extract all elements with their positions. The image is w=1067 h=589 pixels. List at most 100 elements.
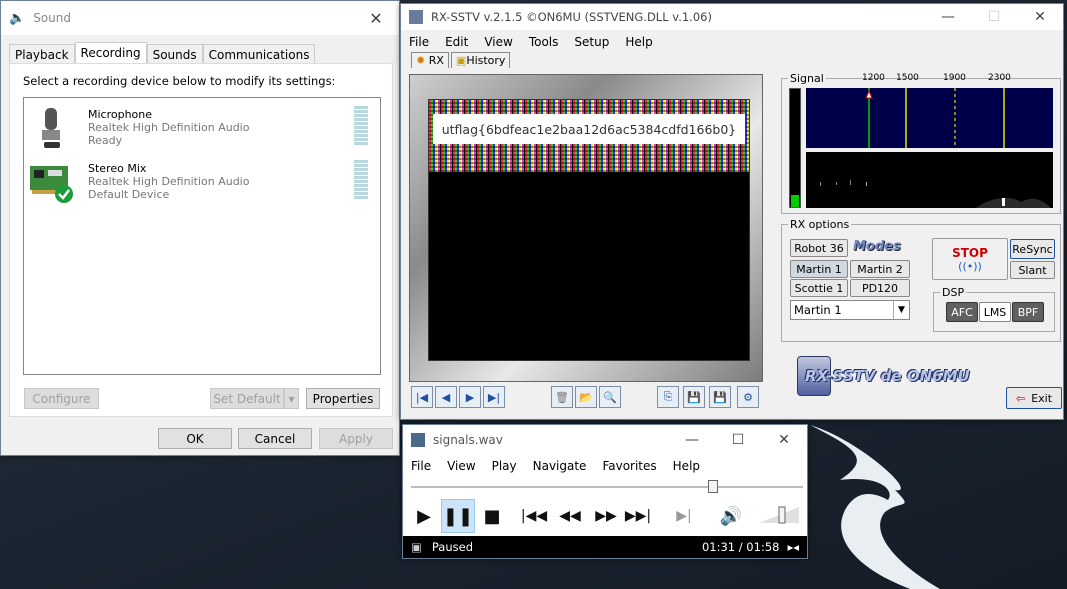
menu-view[interactable]: View: [439, 459, 483, 473]
bpf-toggle[interactable]: BPF: [1012, 302, 1044, 322]
mode-select-value: Martin 1: [794, 303, 842, 317]
tab-playback[interactable]: Playback: [9, 44, 75, 65]
rx-menubar: File Edit View Tools Setup Help: [401, 32, 1063, 52]
properties-button[interactable]: Properties: [306, 388, 380, 409]
volume-icon[interactable]: 🔊: [713, 501, 749, 531]
device-driver: Realtek High Definition Audio: [88, 121, 250, 134]
open-folder-icon[interactable]: 📂: [575, 386, 597, 408]
menu-help[interactable]: Help: [665, 459, 708, 473]
level-meter: [354, 160, 368, 200]
close-icon[interactable]: ✕: [1017, 2, 1063, 32]
settings-icon[interactable]: ⚙: [737, 386, 759, 408]
stop-label: STOP: [952, 245, 988, 260]
chevron-down-icon: ▼: [893, 301, 909, 319]
first-icon[interactable]: |◀: [411, 386, 433, 408]
cancel-button[interactable]: Cancel: [238, 428, 312, 449]
seek-thumb[interactable]: [707, 480, 718, 493]
slant-button[interactable]: Slant: [1010, 261, 1055, 279]
menu-edit[interactable]: Edit: [437, 35, 476, 49]
tab-recording[interactable]: Recording: [74, 42, 147, 64]
freq-labels: 1200 1500 1900 2300: [807, 73, 1052, 85]
freq-2300: 2300: [988, 73, 1011, 83]
skip-forward-icon[interactable]: ▶▶|: [623, 501, 653, 531]
device-microphone[interactable]: Microphone Realtek High Definition Audio…: [24, 104, 380, 154]
mode-select[interactable]: Martin 1 ▼: [790, 300, 910, 320]
menu-file[interactable]: File: [403, 459, 439, 473]
apply-button[interactable]: Apply: [319, 428, 393, 449]
copy-icon[interactable]: ⎘: [657, 386, 679, 408]
menu-play[interactable]: Play: [484, 459, 525, 473]
menu-help[interactable]: Help: [617, 35, 660, 49]
dsp-label: DSP: [942, 286, 965, 299]
maximize-icon[interactable]: ☐: [971, 2, 1017, 32]
device-name: Microphone: [88, 108, 153, 121]
pause-icon[interactable]: ❚❚: [441, 499, 475, 533]
zoom-icon[interactable]: 🔍: [599, 386, 621, 408]
menu-setup[interactable]: Setup: [566, 35, 617, 49]
wmp-title: signals.wav: [433, 433, 503, 447]
exit-button[interactable]: ⇦ Exit: [1006, 387, 1062, 409]
next-icon[interactable]: ▶: [459, 386, 481, 408]
time-display: 01:31 / 01:58: [701, 540, 780, 554]
menu-view[interactable]: View: [476, 35, 520, 49]
volume-slider[interactable]: [757, 503, 803, 527]
spectrum-display: [806, 88, 1053, 148]
menu-favorites[interactable]: Favorites: [594, 459, 664, 473]
speaker-icon: 🔈: [9, 10, 26, 26]
menu-file[interactable]: File: [401, 35, 437, 49]
tab-sounds[interactable]: Sounds: [146, 44, 203, 65]
waterfall-display: [806, 152, 1053, 208]
sound-titlebar: 🔈 Sound ✕: [1, 1, 399, 35]
device-stereo-mix[interactable]: Stereo Mix Realtek High Definition Audio…: [24, 158, 380, 208]
mode-pd120-button[interactable]: PD120: [850, 279, 910, 297]
mode-martin1-button[interactable]: Martin 1: [790, 260, 848, 278]
ok-button[interactable]: OK: [158, 428, 232, 449]
tab-communications[interactable]: Communications: [202, 44, 316, 65]
mode-robot36-button[interactable]: Robot 36: [790, 239, 848, 257]
close-icon[interactable]: ✕: [761, 425, 807, 455]
frame-step-icon[interactable]: ▶|: [669, 501, 699, 531]
configure-button[interactable]: Configure: [24, 388, 99, 409]
flag-text: utflag{6bdfeac1e2baa12d6ac5384cdfd166b0}: [433, 114, 745, 144]
save-icon[interactable]: 💾: [683, 386, 705, 408]
recording-panel: Select a recording device below to modif…: [9, 63, 393, 417]
rewind-icon[interactable]: ◀◀: [555, 501, 585, 531]
tab-rx[interactable]: ✹ RX: [411, 52, 449, 68]
sound-card-icon: [30, 166, 73, 203]
play-icon[interactable]: ▶: [409, 501, 439, 531]
resync-button[interactable]: ReSync: [1010, 239, 1055, 259]
prev-icon[interactable]: ◀: [435, 386, 457, 408]
exit-icon: ⇦: [1015, 391, 1026, 405]
skip-back-icon[interactable]: |◀◀: [519, 501, 549, 531]
seek-bar[interactable]: [411, 480, 803, 493]
app-icon: [409, 10, 423, 24]
mute-icon[interactable]: ▸◂: [787, 540, 799, 554]
minimize-icon[interactable]: —: [669, 425, 715, 455]
rx-logo: RX-SSTV de ON6MU: [797, 356, 970, 396]
tab-history-label: History: [466, 54, 506, 67]
stop-button[interactable]: STOP ((•)): [932, 238, 1008, 280]
sstv-image: utflag{6bdfeac1e2baa12d6ac5384cdfd166b0}: [428, 99, 750, 361]
save-as-icon[interactable]: 💾: [709, 386, 731, 408]
delete-icon[interactable]: 🗑: [551, 386, 573, 408]
menu-navigate[interactable]: Navigate: [525, 459, 595, 473]
lms-toggle[interactable]: LMS: [979, 302, 1011, 322]
close-icon[interactable]: ✕: [353, 3, 399, 33]
minimize-icon[interactable]: —: [925, 2, 971, 32]
stop-icon[interactable]: ■: [477, 501, 507, 531]
device-list[interactable]: Microphone Realtek High Definition Audio…: [23, 97, 381, 375]
set-default-dropdown[interactable]: ▾: [284, 388, 299, 409]
wmp-titlebar: signals.wav — ☐ ✕: [403, 425, 807, 455]
set-default-button[interactable]: Set Default: [210, 388, 284, 409]
tab-history[interactable]: ▣History: [450, 52, 511, 68]
mode-scottie1-button[interactable]: Scottie 1: [790, 279, 848, 297]
mode-martin2-button[interactable]: Martin 2: [850, 260, 910, 278]
menu-tools[interactable]: Tools: [521, 35, 567, 49]
last-icon[interactable]: ▶|: [483, 386, 505, 408]
maximize-icon[interactable]: ☐: [715, 425, 761, 455]
afc-toggle[interactable]: AFC: [946, 302, 978, 322]
device-status: Default Device: [88, 188, 170, 201]
sound-title: Sound: [33, 11, 71, 25]
fast-forward-icon[interactable]: ▶▶: [591, 501, 621, 531]
rx-title: RX-SSTV v.2.1.5 ©ON6MU (SSTVENG.DLL v.1.…: [431, 10, 712, 24]
